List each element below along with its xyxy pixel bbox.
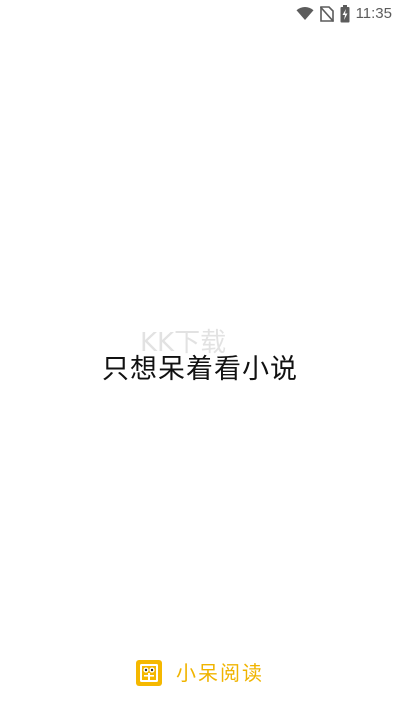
- status-icons: 11:35: [296, 4, 392, 24]
- battery-charging-icon: [340, 5, 350, 23]
- book-face-logo-icon: [136, 660, 162, 686]
- status-bar: 11:35: [0, 0, 400, 28]
- no-sim-icon: [319, 6, 334, 22]
- brand-name: 小呆阅读: [176, 661, 264, 685]
- splash-screen: 11:35 KK下载 只想呆着看小说 小呆阅读: [0, 0, 400, 710]
- status-time: 11:35: [355, 5, 392, 22]
- splash-tagline: 只想呆着看小说: [102, 354, 298, 385]
- wifi-icon: [296, 7, 314, 21]
- brand-footer: 小呆阅读: [0, 658, 400, 688]
